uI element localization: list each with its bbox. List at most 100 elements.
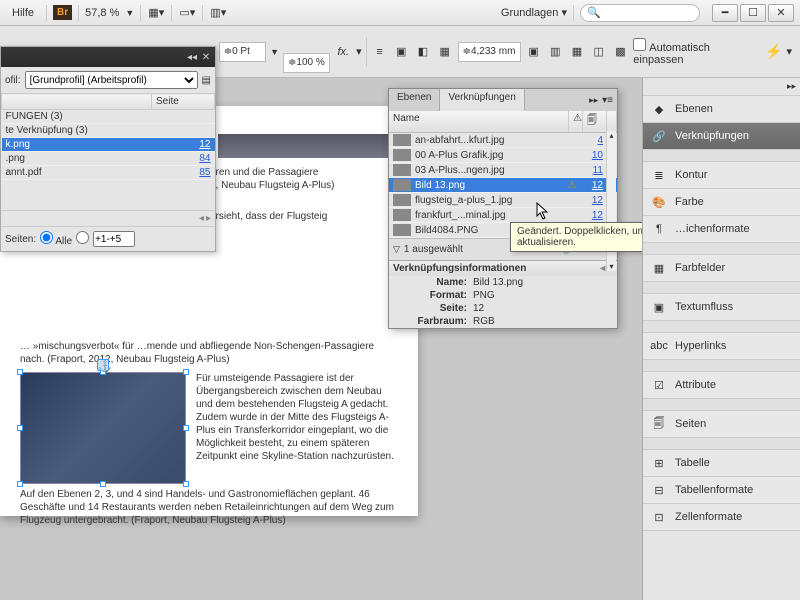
workspace-switcher[interactable]: Grundlagen ▾: [501, 6, 567, 19]
preflight-row[interactable]: annt.pdf85: [2, 166, 215, 180]
panel-tile-attr[interactable]: ☑Attribute: [643, 372, 800, 399]
info-prev-icon[interactable]: ◂: [600, 263, 605, 274]
hyper-icon: abc: [651, 339, 667, 353]
panel-tile-wrap[interactable]: ▣Textumfluss: [643, 294, 800, 321]
preflight-row[interactable]: FUNGEN (3): [2, 110, 215, 124]
link-icon: 🔗: [651, 129, 667, 143]
arrange-icon[interactable]: ▥▾: [209, 4, 227, 22]
minimize-button[interactable]: ━: [712, 4, 738, 22]
tfmt-icon: ⊟: [651, 483, 667, 497]
mm-field[interactable]: ≑ 4,233 mm: [458, 42, 521, 62]
align-left-icon[interactable]: ≡: [371, 43, 389, 61]
next-icon[interactable]: ▸: [206, 213, 211, 224]
cfmt-icon: ⊡: [651, 510, 667, 524]
fit4-icon[interactable]: ◫: [590, 43, 608, 61]
collapse-icon[interactable]: ◂◂: [187, 52, 197, 63]
link-row[interactable]: frankfurt_...minal.jpg12: [389, 208, 617, 223]
pages-icon: 🗐: [651, 417, 667, 431]
body-text: … »mischungsverbot« für …mende und abfli…: [20, 340, 398, 366]
anchor-icon[interactable]: ⚓: [97, 359, 109, 371]
fit3-icon[interactable]: ▦: [568, 43, 586, 61]
panel-tile-swatch[interactable]: ▦Farbfelder: [643, 255, 800, 282]
thumbnail-icon: [393, 194, 411, 206]
link-info-row: Name:Bild 13.png: [389, 276, 617, 289]
fit2-icon[interactable]: ▥: [546, 43, 564, 61]
placed-image[interactable]: [218, 134, 388, 158]
fit1-icon[interactable]: ▣: [525, 43, 543, 61]
swatch-icon: ▦: [651, 261, 667, 275]
panel-tile-stroke[interactable]: ≣Kontur: [643, 162, 800, 189]
tab-links[interactable]: Verknüpfungen: [440, 89, 524, 111]
scale-field[interactable]: ≑ 100 %: [283, 53, 330, 73]
body-text: Auf den Ebenen 2, 3, und 4 sind Handels-…: [20, 488, 398, 527]
fit5-icon[interactable]: ▩: [612, 43, 630, 61]
selected-count: 1 ausgewählt: [404, 244, 463, 255]
preflight-row[interactable]: .png84: [2, 152, 215, 166]
bolt-icon[interactable]: ⚡: [765, 43, 783, 61]
profile-select[interactable]: [Grundprofil] (Arbeitsprofil): [25, 71, 198, 89]
screen-mode-icon[interactable]: ▭▾: [178, 4, 196, 22]
fx-icon[interactable]: fx.: [334, 43, 352, 61]
stroke-weight-field[interactable]: ≑ 0 Pt: [219, 42, 266, 62]
wrap-icon[interactable]: ▣: [392, 43, 410, 61]
panel-tile-table[interactable]: ⊞Tabelle: [643, 450, 800, 477]
panel-options-icon[interactable]: ▤: [202, 75, 211, 86]
link-row[interactable]: flugsteig_a-plus_1.jpg12: [389, 193, 617, 208]
pages-label: Seiten:: [5, 234, 36, 245]
thumbnail-icon: [393, 179, 411, 191]
help-menu[interactable]: Hilfe: [6, 4, 40, 22]
frame-fit-icon[interactable]: ▦: [436, 43, 454, 61]
links-col-name[interactable]: Name: [389, 111, 569, 132]
pages-all-radio[interactable]: Alle: [40, 231, 72, 247]
zoom-level[interactable]: 57,8 %: [85, 7, 119, 19]
thumbnail-icon: [393, 134, 411, 146]
dock-collapse-icon[interactable]: ▸▸: [787, 81, 796, 92]
page-col-icon[interactable]: 🗐: [583, 111, 607, 132]
color-icon: 🎨: [651, 195, 667, 209]
link-info-row: Format:PNG: [389, 289, 617, 302]
view-options-icon[interactable]: ▦▾: [147, 4, 165, 22]
warning-col-icon[interactable]: ⚠: [569, 111, 583, 132]
body-text: orsieht, dass der Flugsteig: [210, 210, 390, 223]
prev-icon[interactable]: ◂: [199, 213, 204, 224]
link-info-row: Farbraum:RGB: [389, 315, 617, 328]
panel-header[interactable]: ◂◂ ✕: [1, 47, 215, 67]
profile-panel: ◂◂ ✕ ofil: [Grundprofil] (Arbeitsprofil)…: [0, 46, 216, 252]
pages-range-radio[interactable]: [76, 231, 89, 247]
link-row[interactable]: Bild 13.png⚠12: [389, 178, 617, 193]
preflight-row[interactable]: k.png12: [2, 138, 215, 152]
wrap-icon: ▣: [651, 300, 667, 314]
auto-fit-checkbox[interactable]: Automatisch einpassen: [633, 38, 761, 66]
link-row[interactable]: an-abfahrt...kfurt.jpg4: [389, 133, 617, 148]
panel-tile-pages[interactable]: 🗐Seiten: [643, 411, 800, 438]
thumbnail-icon: [393, 224, 411, 236]
stroke-icon: ≣: [651, 168, 667, 182]
panel-tile-hyper[interactable]: abcHyperlinks: [643, 333, 800, 360]
panel-tile-link[interactable]: 🔗Verknüpfungen: [643, 123, 800, 150]
collapse-icon[interactable]: ▸▸: [589, 95, 598, 106]
panel-tile-layers[interactable]: ◆Ebenen: [643, 96, 800, 123]
panel-menu-icon[interactable]: ▾≡: [602, 95, 613, 106]
maximize-button[interactable]: ☐: [740, 4, 766, 22]
tab-layers[interactable]: Ebenen: [389, 89, 440, 111]
profile-label: ofil:: [5, 75, 21, 86]
close-icon[interactable]: ✕: [201, 52, 211, 63]
panel-tile-cfmt[interactable]: ⊡Zellenformate: [643, 504, 800, 531]
panel-tile-color[interactable]: 🎨Farbe: [643, 189, 800, 216]
bridge-icon[interactable]: Br: [53, 5, 72, 20]
col-page[interactable]: Seite: [152, 94, 215, 110]
preflight-row[interactable]: te Verknüpfung (3): [2, 124, 215, 138]
panel-tile-tfmt[interactable]: ⊟Tabellenformate: [643, 477, 800, 504]
selected-image-frame[interactable]: ⚓: [20, 372, 186, 484]
search-input[interactable]: 🔍: [580, 4, 700, 22]
col-name[interactable]: [2, 94, 152, 110]
close-button[interactable]: ✕: [768, 4, 794, 22]
magnifier-icon: 🔍: [587, 6, 601, 19]
links-panel: Ebenen Verknüpfungen ▸▸ ▾≡ Name ⚠ 🗐 an-a…: [388, 88, 618, 329]
link-row[interactable]: 00 A-Plus Grafik.jpg10: [389, 148, 617, 163]
link-row[interactable]: 03 A-Plus...ngen.jpg11: [389, 163, 617, 178]
pages-range-field[interactable]: [93, 231, 135, 247]
link-info-title: Verknüpfungsinformationen: [393, 263, 526, 274]
panel-tile-para[interactable]: ¶…ichenformate: [643, 216, 800, 243]
corner-icon[interactable]: ◧: [414, 43, 432, 61]
